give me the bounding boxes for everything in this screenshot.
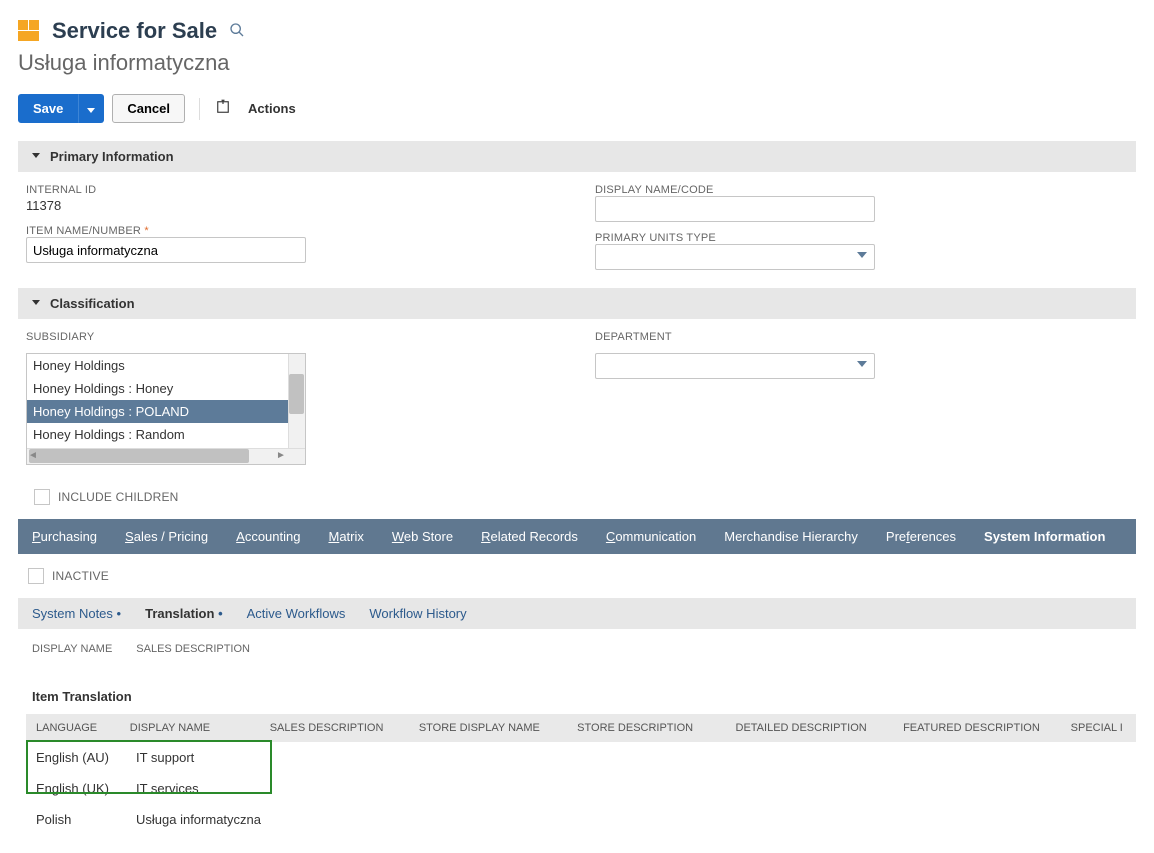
actions-menu[interactable]: Actions	[240, 95, 304, 122]
th-language[interactable]: LANGUAGE	[26, 718, 120, 738]
table-row[interactable]: Polish Usługa informatyczna	[26, 804, 1136, 835]
expand-icon[interactable]	[214, 98, 232, 119]
subtab-workflow-history[interactable]: Workflow History	[369, 606, 466, 621]
page-type: Service for Sale	[52, 18, 217, 44]
primary-units-label: PRIMARY UNITS TYPE	[595, 232, 1128, 244]
item-type-icon	[18, 20, 40, 42]
chevron-down-icon	[30, 149, 42, 164]
save-button[interactable]: Save	[18, 94, 78, 123]
th-store-description[interactable]: STORE DESCRIPTION	[567, 718, 725, 738]
save-dropdown-button[interactable]	[78, 94, 104, 123]
internal-id-value: 11378	[26, 196, 559, 215]
section-title: Classification	[50, 296, 135, 311]
display-name-col-label: DISPLAY NAME	[32, 643, 112, 655]
cancel-button[interactable]: Cancel	[112, 94, 185, 123]
tab-merchandise-hierarchy[interactable]: Merchandise Hierarchy	[724, 529, 858, 544]
item-name-input[interactable]	[26, 237, 306, 263]
tab-sales-pricing[interactable]: Sales / Pricing	[125, 529, 208, 544]
tab-related-records[interactable]: Related Records	[481, 529, 578, 544]
th-store-display-name[interactable]: STORE DISPLAY NAME	[409, 718, 567, 738]
table-row[interactable]: English (AU) IT support	[26, 742, 1136, 773]
th-display-name[interactable]: DISPLAY NAME	[120, 718, 260, 738]
subsidiary-option[interactable]: Honey Holdings	[27, 354, 305, 377]
translation-table-header: LANGUAGE DISPLAY NAME SALES DESCRIPTION …	[26, 714, 1136, 742]
scrollbar-thumb[interactable]	[289, 374, 304, 414]
cell-display-name: IT support	[126, 746, 276, 769]
sales-description-col-label: SALES DESCRIPTION	[136, 643, 250, 655]
display-name-input[interactable]	[595, 196, 875, 222]
th-special[interactable]: SPECIAL I	[1061, 718, 1136, 738]
subsidiary-label: SUBSIDIARY	[26, 331, 559, 343]
section-primary-information[interactable]: Primary Information	[18, 141, 1136, 172]
subsidiary-option[interactable]: Honey Holdings : Random	[27, 423, 305, 446]
item-name-label: ITEM NAME/NUMBER *	[26, 225, 559, 237]
search-icon[interactable]	[229, 22, 245, 41]
divider	[199, 98, 200, 120]
page-title: Usługa informatyczna	[18, 50, 1136, 76]
cell-display-name: IT services	[126, 777, 276, 800]
sub-tabs: System Notes • Translation • Active Work…	[32, 598, 1136, 629]
cell-display-name: Usługa informatyczna	[126, 808, 276, 831]
tab-matrix[interactable]: Matrix	[328, 529, 363, 544]
department-select[interactable]	[595, 353, 875, 379]
cell-language: English (AU)	[26, 746, 126, 769]
cell-language: English (UK)	[26, 777, 126, 800]
department-label: DEPARTMENT	[595, 331, 1128, 343]
tab-system-information[interactable]: System Information	[984, 529, 1105, 544]
subsidiary-listbox[interactable]: Honey Holdings Honey Holdings : Honey Ho…	[26, 353, 306, 465]
table-row[interactable]: English (UK) IT services	[26, 773, 1136, 804]
tab-communication[interactable]: Communication	[606, 529, 696, 544]
main-tabs: Purchasing Sales / Pricing Accounting Ma…	[18, 519, 1136, 554]
scroll-left-icon[interactable]: ◄	[27, 450, 39, 462]
cell-language: Polish	[26, 808, 126, 831]
internal-id-label: INTERNAL ID	[26, 184, 559, 196]
section-classification[interactable]: Classification	[18, 288, 1136, 319]
include-children-checkbox[interactable]	[34, 489, 50, 505]
translation-table-title: Item Translation	[18, 679, 1136, 714]
subsidiary-option[interactable]: Honey Holdings : POLAND	[27, 400, 305, 423]
display-name-label: DISPLAY NAME/CODE	[595, 184, 1128, 196]
translation-table-body: English (AU) IT support English (UK) IT …	[26, 742, 1136, 835]
section-title: Primary Information	[50, 149, 174, 164]
subtab-translation[interactable]: Translation •	[145, 606, 223, 621]
chevron-down-icon	[87, 108, 95, 113]
inactive-label: INACTIVE	[52, 569, 109, 583]
include-children-label: INCLUDE CHILDREN	[58, 490, 179, 504]
tab-preferences[interactable]: Preferences	[886, 529, 956, 544]
subtab-system-notes[interactable]: System Notes •	[32, 606, 121, 621]
tab-web-store[interactable]: Web Store	[392, 529, 453, 544]
inactive-checkbox[interactable]	[28, 568, 44, 584]
tab-accounting[interactable]: Accounting	[236, 529, 300, 544]
scrollbar-thumb[interactable]	[29, 449, 249, 463]
th-featured-description[interactable]: FEATURED DESCRIPTION	[893, 718, 1061, 738]
subsidiary-option[interactable]: Honey Holdings : Honey	[27, 377, 305, 400]
th-sales-description[interactable]: SALES DESCRIPTION	[260, 718, 409, 738]
chevron-down-icon	[30, 296, 42, 311]
scroll-right-icon[interactable]: ►	[275, 450, 287, 462]
primary-units-select[interactable]	[595, 244, 875, 270]
th-detailed-description[interactable]: DETAILED DESCRIPTION	[726, 718, 894, 738]
subtab-active-workflows[interactable]: Active Workflows	[247, 606, 346, 621]
tab-purchasing[interactable]: Purchasing	[32, 529, 97, 544]
